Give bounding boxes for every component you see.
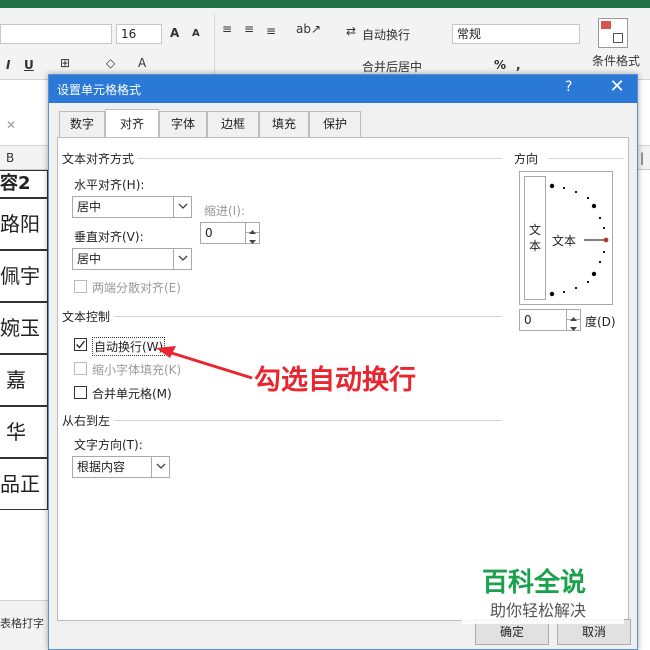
vertical-text-button[interactable]: 文 本 [524, 176, 546, 300]
font-size-value: 16 [121, 27, 137, 41]
cancel-entry-icon[interactable]: ✕ [6, 118, 16, 132]
sheet-cell[interactable]: 华 [0, 406, 48, 458]
borders-icon[interactable]: ⊞ [60, 56, 70, 70]
sheet-cell[interactable]: 嘉 [0, 354, 48, 406]
tab-border[interactable]: 边框 [207, 111, 259, 137]
number-format-value: 常规 [457, 27, 482, 41]
column-separator: | [640, 151, 645, 165]
dialog-title: 设置单元格格式 [57, 83, 142, 97]
spin-up-icon[interactable] [246, 223, 259, 234]
comma-button[interactable]: , [516, 58, 521, 72]
horizontal-align-label: 水平对齐(H): [74, 178, 145, 192]
orientation-box[interactable]: 文 本 文本 [519, 171, 613, 305]
orientation-group-label: 方向 [514, 150, 543, 167]
spinner-buttons[interactable] [245, 223, 259, 244]
sheet-footer-text: 表格打字 [0, 617, 44, 630]
ribbon-separator [214, 14, 215, 74]
tab-protection[interactable]: 保护 [309, 111, 361, 137]
text-direction-select[interactable]: 根据内容 [72, 456, 170, 478]
group-divider [62, 420, 502, 421]
wrap-text-checkbox[interactable] [74, 338, 87, 351]
wrap-text-label[interactable]: 自动换行 [362, 26, 410, 43]
fill-color-icon[interactable]: ◇ [106, 56, 115, 70]
spin-down-icon[interactable] [567, 320, 580, 331]
indent-spinner[interactable]: 0 [200, 222, 260, 244]
sheet-cell[interactable]: 路阳 [0, 198, 48, 250]
sheet-cell[interactable]: 品正 [0, 458, 48, 510]
watermark-logo-text: 百科全说 [482, 568, 587, 598]
underline-button[interactable]: U [24, 58, 34, 72]
orientation-icon[interactable]: ab↗ [296, 22, 321, 36]
vertical-align-label: 垂直对齐(V): [74, 230, 144, 244]
font-decrease-icon[interactable]: A [192, 28, 200, 39]
spin-down-icon[interactable] [246, 233, 259, 244]
vertical-text-char: 文 [529, 223, 542, 237]
orientation-text-label: 文本 [552, 234, 577, 248]
justify-distributed-checkbox[interactable] [74, 280, 87, 293]
degree-value: 0 [524, 313, 532, 327]
align-bottom-icon[interactable]: ≡ [266, 24, 276, 38]
chevron-down-icon[interactable] [173, 197, 191, 217]
group-divider [548, 158, 624, 159]
merge-cells-checkbox[interactable] [74, 386, 87, 399]
vertical-align-value: 居中 [77, 252, 102, 266]
vertical-text-char: 本 [529, 239, 542, 253]
spin-up-icon[interactable] [567, 310, 580, 321]
align-middle-icon[interactable]: ≡ [244, 22, 254, 36]
indent-label: 缩进(I): [204, 204, 245, 218]
justify-distributed-label: 两端分散对齐(E) [92, 281, 181, 295]
column-b-header[interactable]: B [6, 151, 14, 165]
font-size-box[interactable]: 16 [116, 24, 162, 44]
close-button[interactable]: ✕ [602, 76, 632, 97]
shrink-to-fit-checkbox[interactable] [74, 362, 87, 375]
number-format-box[interactable]: 常规 [452, 24, 580, 44]
chevron-down-icon[interactable] [151, 457, 169, 477]
spinner-buttons[interactable] [566, 310, 580, 331]
conditional-format-icon[interactable] [598, 18, 628, 48]
group-divider [62, 316, 502, 317]
dialog-title-bar[interactable]: 设置单元格格式 ? ✕ [49, 75, 637, 103]
degree-label: 度(D) [585, 315, 616, 329]
percent-button[interactable]: % [494, 58, 506, 72]
sheet-header-cell[interactable]: 容2 [0, 170, 48, 198]
callout-text: 勾选自动换行 [254, 365, 416, 396]
conditional-format-label[interactable]: 条件格式 [592, 52, 640, 69]
wrap-text-label[interactable]: 自动换行(W) [92, 337, 166, 356]
rtl-group-label: 从右到左 [62, 412, 115, 429]
align-top-icon[interactable]: ≡ [222, 22, 232, 36]
shrink-to-fit-label: 缩小字体填充(K) [92, 363, 182, 377]
indent-value: 0 [205, 226, 213, 240]
sheet-cell[interactable]: 佩宇 [0, 250, 48, 302]
tab-font[interactable]: 字体 [159, 111, 207, 137]
watermark-slogan: 助你轻松解决 [490, 601, 587, 620]
tab-alignment[interactable]: 对齐 [105, 109, 159, 137]
vertical-align-select[interactable]: 居中 [72, 248, 192, 270]
text-direction-label: 文字方向(T): [74, 438, 143, 452]
text-alignment-group-label: 文本对齐方式 [62, 150, 139, 167]
horizontal-align-value: 居中 [77, 200, 102, 214]
degree-spinner[interactable]: 0 [519, 309, 581, 331]
font-color-icon[interactable]: A [138, 56, 146, 70]
font-name-box[interactable] [0, 24, 112, 44]
merge-center-label[interactable]: 合并后居中 [362, 58, 422, 75]
chevron-down-icon[interactable] [173, 249, 191, 269]
excel-ribbon: 16 A A I U ⊞ ◇ A ≡ ≡ ≡ ab↗ ⇄ 自动换行 合并后居中 … [0, 8, 650, 80]
tab-number[interactable]: 数字 [59, 111, 105, 137]
italic-button[interactable]: I [6, 58, 10, 72]
font-increase-icon[interactable]: A [170, 26, 179, 40]
checkmark-icon [76, 340, 86, 349]
wrap-text-icon[interactable]: ⇄ [346, 24, 356, 38]
sheet-footer: 表格打字 [0, 600, 48, 650]
text-control-group-label: 文本控制 [62, 308, 115, 325]
text-direction-value: 根据内容 [77, 460, 126, 474]
help-button[interactable]: ? [565, 79, 572, 95]
tab-fill[interactable]: 填充 [259, 111, 309, 137]
merge-cells-label[interactable]: 合并单元格(M) [92, 385, 172, 402]
excel-title-bar [0, 0, 650, 8]
horizontal-align-select[interactable]: 居中 [72, 196, 192, 218]
sheet-cell[interactable]: 婉玉 [0, 302, 48, 354]
